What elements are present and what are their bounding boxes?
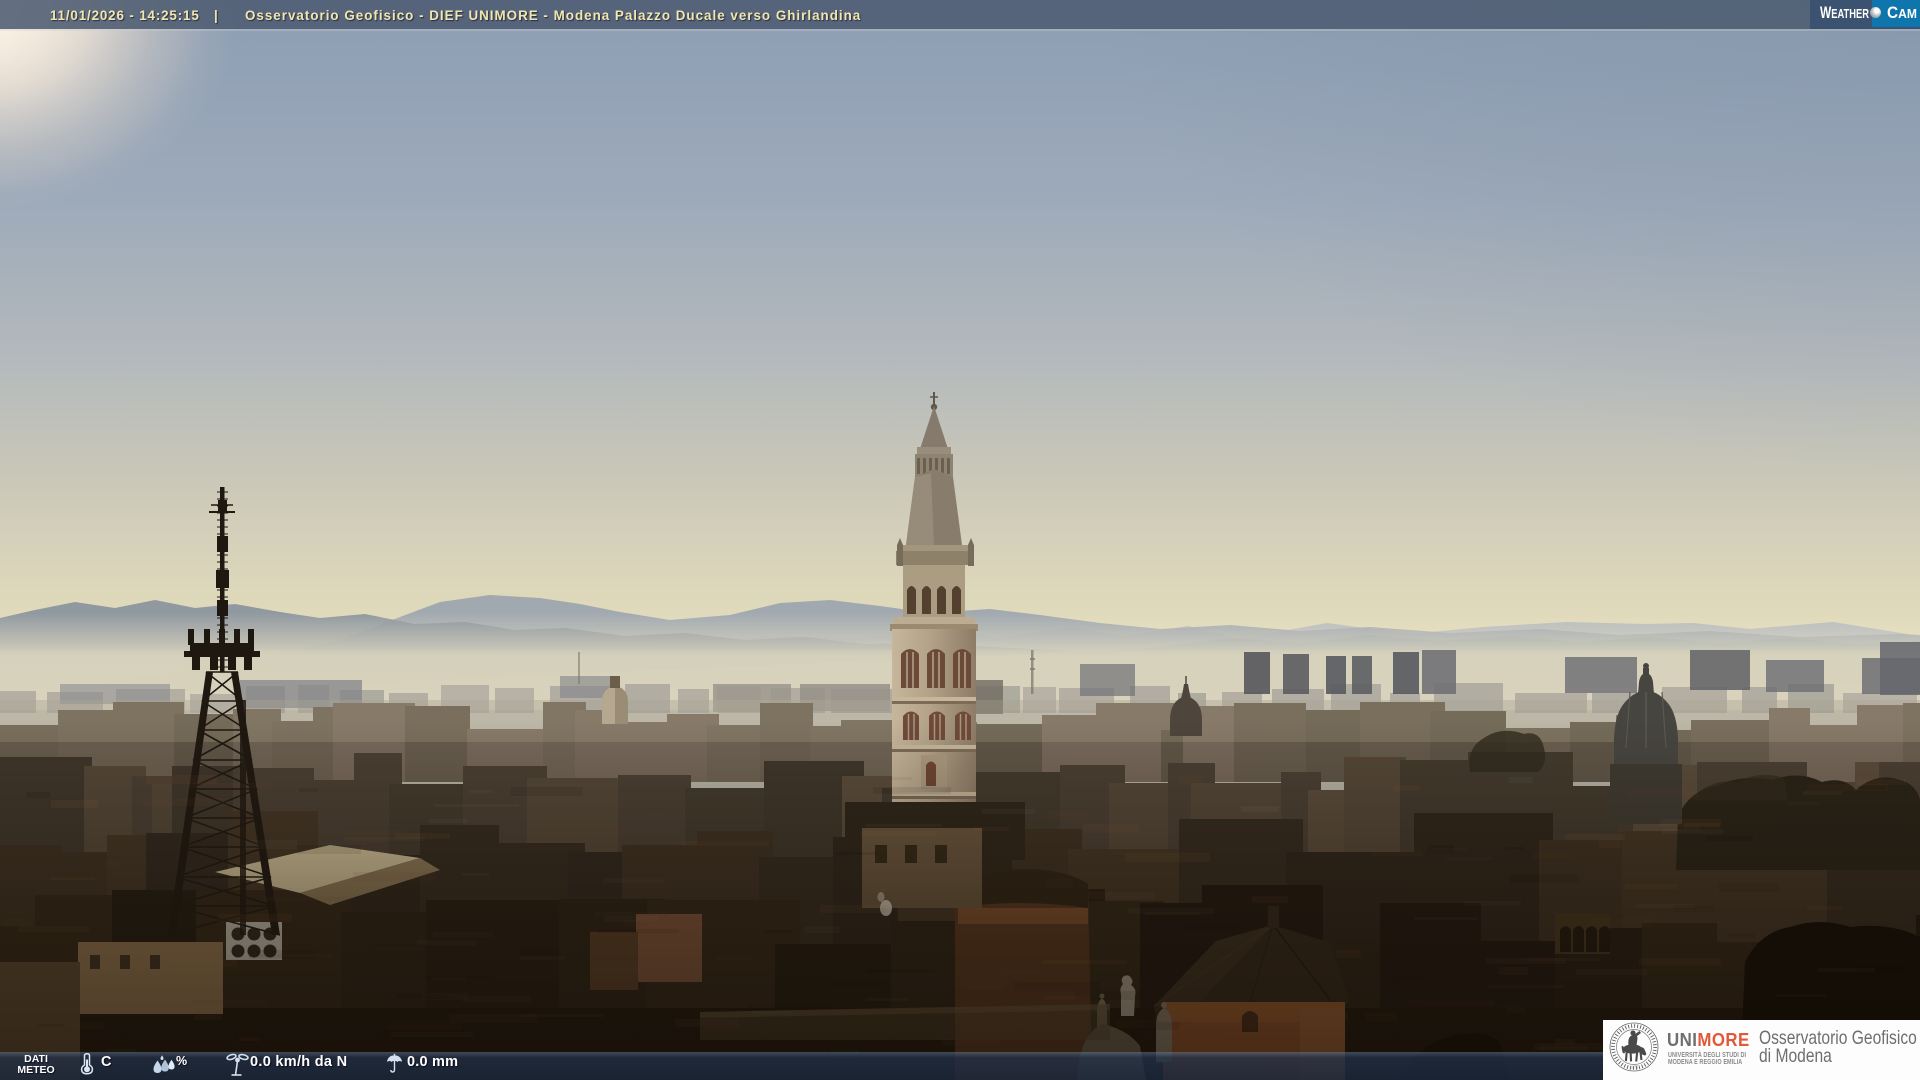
svg-text:1175: 1175 bbox=[1630, 1065, 1638, 1070]
